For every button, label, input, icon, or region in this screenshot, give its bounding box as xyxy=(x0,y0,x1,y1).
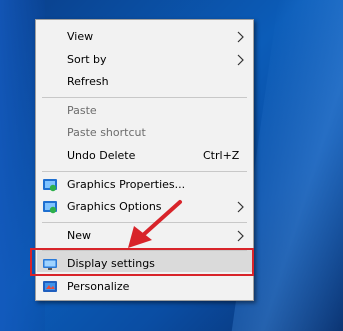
menu-item-label: New xyxy=(67,229,91,242)
menu-separator xyxy=(42,171,247,172)
menu-item-label: Refresh xyxy=(67,75,109,88)
menu-item-label: Graphics Properties... xyxy=(67,178,186,191)
annotation-arrow-icon xyxy=(128,200,182,248)
menu-item-undo-delete[interactable]: Undo Delete Ctrl+Z xyxy=(36,145,253,167)
chevron-right-icon xyxy=(237,230,244,242)
menu-item-label: Undo Delete xyxy=(67,149,136,162)
chevron-right-icon xyxy=(237,31,244,43)
menu-item-label: View xyxy=(67,30,94,43)
menu-item-label: Sort by xyxy=(67,53,107,66)
menu-item-label: Paste shortcut xyxy=(67,126,146,139)
menu-separator xyxy=(42,97,247,98)
menu-item-graphics-properties[interactable]: Graphics Properties... xyxy=(36,174,253,196)
menu-item-paste-shortcut[interactable]: Paste shortcut xyxy=(36,122,253,144)
graphics-icon xyxy=(43,201,57,214)
menu-item-label: Personalize xyxy=(67,280,130,293)
menu-item-personalize[interactable]: Personalize xyxy=(36,276,253,298)
chevron-right-icon xyxy=(237,201,244,213)
graphics-icon xyxy=(43,179,57,192)
menu-item-sort-by[interactable]: Sort by xyxy=(36,49,253,71)
personalize-icon xyxy=(43,281,57,292)
chevron-right-icon xyxy=(237,54,244,66)
menu-item-shortcut: Ctrl+Z xyxy=(203,149,240,162)
menu-item-label: Paste xyxy=(67,104,97,117)
menu-item-refresh[interactable]: Refresh xyxy=(36,71,253,93)
annotation-highlight-box xyxy=(30,248,254,276)
menu-item-view[interactable]: View xyxy=(36,26,253,48)
menu-item-paste[interactable]: Paste xyxy=(36,100,253,122)
